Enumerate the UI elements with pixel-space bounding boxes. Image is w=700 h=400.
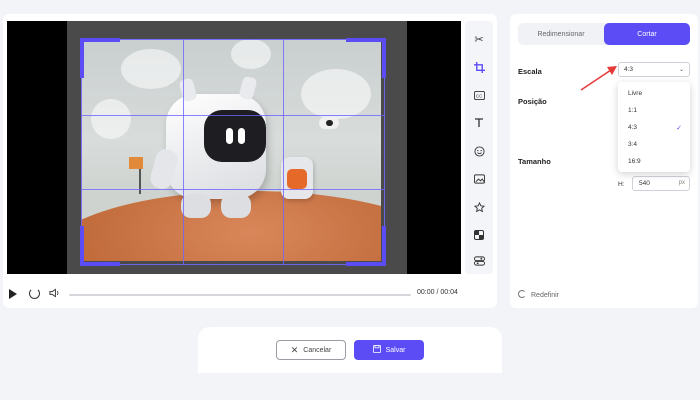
tool-strip: ✂ CC (465, 21, 493, 274)
replay-icon[interactable] (29, 288, 40, 299)
play-icon[interactable] (9, 289, 17, 299)
scale-option[interactable]: 4:3 (628, 124, 637, 131)
crop-handle-bottom-left[interactable] (80, 226, 120, 266)
crop-handle-bottom-right[interactable] (346, 226, 386, 266)
cancel-label: Cancelar (303, 346, 332, 354)
image-icon[interactable] (469, 169, 489, 189)
player-controls: 00:00 / 00:04 (7, 286, 465, 304)
save-icon (372, 345, 381, 355)
scale-option[interactable]: 1:1 (628, 107, 637, 114)
emoji-icon[interactable] (469, 141, 489, 161)
scale-option[interactable]: 3:4 (628, 141, 637, 148)
reset-label: Redefinir (531, 292, 560, 299)
scale-label: Escala (518, 67, 542, 76)
close-icon: ✕ (290, 344, 299, 355)
reset-button[interactable]: Redefinir (518, 290, 559, 299)
position-label: Posição (518, 97, 547, 106)
settings-panel: Redimensionar Cortar Escala 4:3 ⌄ Posiçã… (510, 14, 698, 308)
check-icon: ✓ (676, 125, 682, 132)
save-label: Salvar (385, 346, 406, 354)
height-label: H: (618, 181, 625, 188)
tab-resize[interactable]: Redimensionar (518, 23, 604, 45)
scissors-icon[interactable]: ✂ (469, 29, 489, 49)
mode-toggle: Redimensionar Cortar (518, 23, 690, 45)
svg-text:CC: CC (475, 93, 482, 98)
footer-bar: ✕ Cancelar Salvar (198, 327, 502, 373)
height-unit: px (678, 180, 685, 186)
save-button[interactable]: Salvar (354, 340, 424, 360)
progress-bar[interactable] (69, 294, 411, 296)
crop-icon[interactable] (469, 57, 489, 77)
video-preview (7, 21, 461, 274)
text-icon[interactable] (469, 113, 489, 133)
annotation-arrow (580, 66, 617, 91)
cancel-button[interactable]: ✕ Cancelar (276, 340, 346, 360)
scale-dropdown: Livre 1:1 4:3 ✓ 3:4 16:9 (618, 82, 690, 172)
volume-icon[interactable] (49, 288, 60, 301)
crop-handle-top-left[interactable] (80, 38, 120, 78)
height-input[interactable]: 540 px (632, 176, 690, 191)
crop-handle-top-right[interactable] (346, 38, 386, 78)
subtitle-icon[interactable]: CC (469, 85, 489, 105)
scale-option[interactable]: 16:9 (628, 158, 641, 165)
crop-box[interactable] (80, 38, 386, 266)
adjust-icon[interactable] (469, 251, 489, 271)
tab-crop[interactable]: Cortar (604, 23, 690, 45)
chevron-down-icon: ⌄ (678, 67, 684, 73)
editor-panel: ✂ CC 00:00 / 00:04 (3, 14, 497, 308)
height-value: 540 (639, 180, 650, 187)
size-label: Tamanho (518, 157, 551, 166)
star-icon[interactable] (469, 197, 489, 217)
scale-select-value: 4:3 (624, 66, 634, 73)
time-readout: 00:00 / 00:04 (417, 289, 458, 296)
scale-select[interactable]: 4:3 ⌄ (618, 62, 690, 77)
reset-icon (518, 290, 526, 298)
mosaic-icon[interactable] (469, 225, 489, 245)
scale-option[interactable]: Livre (628, 90, 642, 97)
